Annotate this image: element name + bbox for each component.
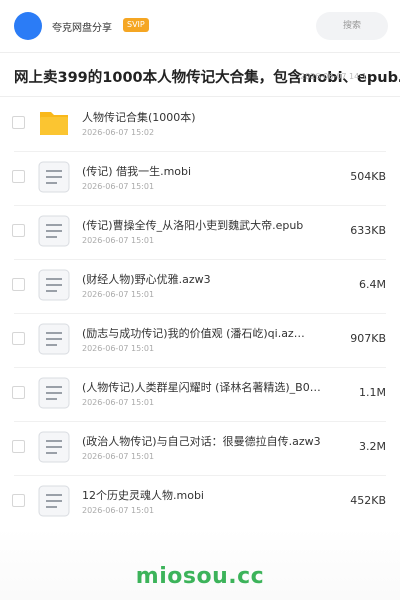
- header-divider: [0, 52, 400, 53]
- folder-icon: [38, 107, 70, 139]
- document-icon: [38, 377, 70, 409]
- svip-badge: SVIP: [123, 18, 149, 32]
- file-row[interactable]: (传记)曹操全传_从洛阳小吏到魏武大帝.epub 2026-06-07 15:0…: [0, 206, 400, 260]
- file-date: 2026-06-07 15:01: [82, 398, 155, 407]
- file-name: 12个历史灵魂人物.mobi: [82, 489, 204, 502]
- row-checkbox[interactable]: [12, 440, 25, 453]
- row-checkbox[interactable]: [12, 386, 25, 399]
- row-checkbox[interactable]: [12, 224, 25, 237]
- file-size: 3.2M: [359, 440, 386, 453]
- document-icon: [38, 269, 70, 301]
- file-row[interactable]: (人物传记)人类群星闪耀时 (译林名著精选)_B0… 2026-06-07 15…: [0, 368, 400, 422]
- file-name: (政治人物传记)与自己对话：很曼德拉自传.azw3: [82, 435, 321, 448]
- row-checkbox[interactable]: [12, 494, 25, 507]
- document-icon: [38, 431, 70, 463]
- file-name: (励志与成功传记)我的价值观 (潘石屹)qi.az…: [82, 327, 305, 340]
- row-checkbox[interactable]: [12, 116, 25, 129]
- file-date: 2026-06-07 15:01: [82, 344, 155, 353]
- title-divider: [0, 96, 400, 97]
- file-row[interactable]: 人物传记合集(1000本) 2026-06-07 15:02: [0, 98, 400, 152]
- row-checkbox[interactable]: [12, 332, 25, 345]
- file-row[interactable]: (政治人物传记)与自己对话：很曼德拉自传.azw3 2026-06-07 15:…: [0, 422, 400, 476]
- app-header: 夸克网盘分享 SVIP 搜索: [0, 0, 400, 52]
- file-row[interactable]: 12个历史灵魂人物.mobi 2026-06-07 15:01 452KB: [0, 476, 400, 530]
- file-date: 2026-06-07 15:02: [82, 128, 155, 137]
- file-name: (财经人物)野心优雅.azw3: [82, 273, 211, 286]
- file-name: (传记)曹操全传_从洛阳小吏到魏武大帝.epub: [82, 219, 304, 232]
- document-icon: [38, 161, 70, 193]
- file-size: 452KB: [350, 494, 386, 507]
- file-name: (传记) 借我一生.mobi: [82, 165, 192, 178]
- file-date: 2026-06-07 15:01: [82, 290, 155, 299]
- search-button[interactable]: 搜索: [316, 12, 388, 40]
- file-size: 1.1M: [359, 386, 386, 399]
- file-date: 2026-06-07 15:01: [82, 506, 155, 515]
- file-row[interactable]: (励志与成功传记)我的价值观 (潘石屹)qi.az… 2026-06-07 15…: [0, 314, 400, 368]
- file-size: 504KB: [350, 170, 386, 183]
- file-name: (人物传记)人类群星闪耀时 (译林名著精选)_B0…: [82, 381, 321, 394]
- file-size: 6.4M: [359, 278, 386, 291]
- file-size: 907KB: [350, 332, 386, 345]
- file-size: 633KB: [350, 224, 386, 237]
- watermark: miosou.cc: [135, 564, 265, 589]
- file-row[interactable]: (财经人物)野心优雅.azw3 2026-06-07 15:01 6.4M: [0, 260, 400, 314]
- share-title-bar: 网上卖399的1000本人物传记大合集，包含mobi、epub… 2026-06…: [0, 60, 400, 92]
- file-name: 人物传记合集(1000本): [82, 111, 196, 124]
- file-date: 2026-06-07 15:01: [82, 236, 155, 245]
- row-checkbox[interactable]: [12, 278, 25, 291]
- row-checkbox[interactable]: [12, 170, 25, 183]
- title-meta: 2026-06-07 14:1: [300, 72, 367, 81]
- file-date: 2026-06-07 15:01: [82, 182, 155, 191]
- brand-name: 夸克网盘分享: [52, 23, 112, 34]
- document-icon: [38, 485, 70, 517]
- file-row[interactable]: (传记) 借我一生.mobi 2026-06-07 15:01 504KB: [0, 152, 400, 206]
- document-icon: [38, 323, 70, 355]
- document-icon: [38, 215, 70, 247]
- avatar[interactable]: [14, 12, 42, 40]
- file-date: 2026-06-07 15:01: [82, 452, 155, 461]
